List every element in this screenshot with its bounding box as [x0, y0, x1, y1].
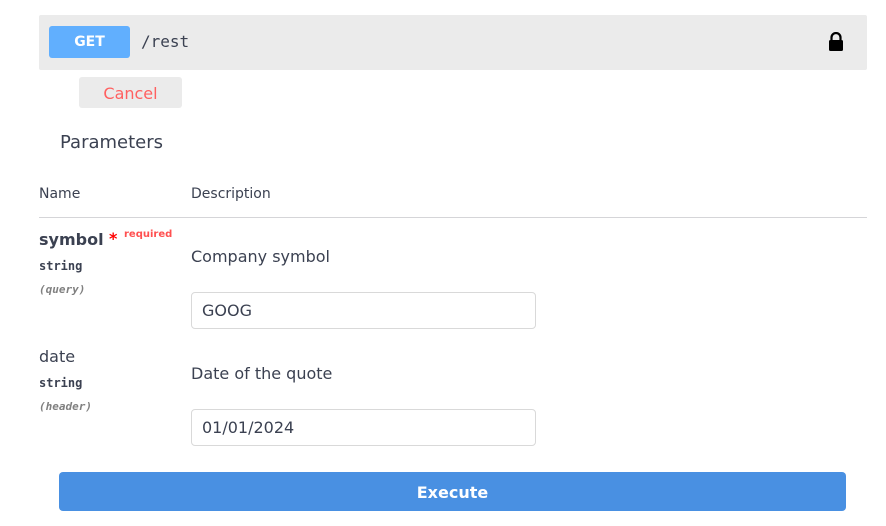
param-in-date: (header) — [39, 400, 92, 413]
execute-button[interactable]: Execute — [59, 472, 846, 511]
column-header-name: Name — [39, 186, 81, 202]
parameters-title: Parameters — [60, 132, 164, 153]
table-divider — [39, 217, 867, 218]
symbol-input[interactable] — [191, 292, 536, 329]
operation-header[interactable]: GET /rest — [39, 15, 867, 70]
param-type-date: string — [39, 376, 83, 390]
required-star: * — [109, 229, 118, 248]
lock-icon[interactable] — [827, 32, 845, 52]
cancel-button[interactable]: Cancel — [79, 77, 182, 108]
param-name-date: date — [39, 347, 76, 366]
required-label: required — [124, 229, 173, 240]
operation-path: /rest — [141, 32, 190, 51]
date-input[interactable] — [191, 409, 536, 446]
column-header-description: Description — [191, 186, 271, 202]
param-type-symbol: string — [39, 259, 83, 273]
method-badge: GET — [49, 26, 130, 58]
param-description-symbol: Company symbol — [191, 247, 330, 266]
param-in-symbol: (query) — [39, 283, 86, 296]
param-description-date: Date of the quote — [191, 364, 333, 383]
param-name-symbol: symbol — [39, 230, 104, 249]
